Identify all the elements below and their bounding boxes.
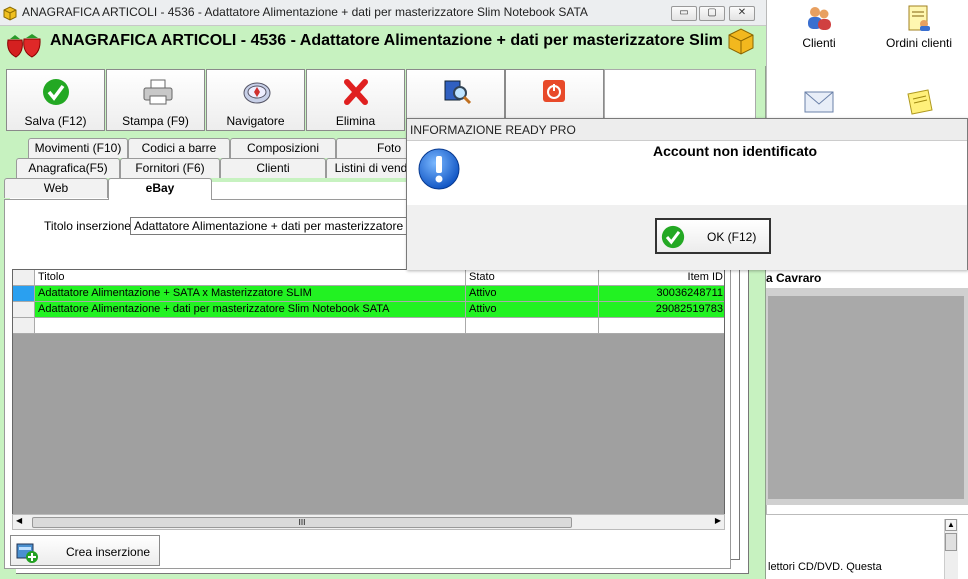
printer-icon bbox=[143, 79, 173, 105]
dialog-title: INFORMAZIONE READY PRO bbox=[407, 119, 967, 141]
tab-composizioni[interactable]: Composizioni bbox=[230, 138, 336, 158]
tab-ebay[interactable]: eBay bbox=[108, 178, 212, 200]
mail-icon bbox=[804, 91, 834, 113]
delete-button[interactable]: Elimina bbox=[306, 69, 405, 131]
dock-label: Clienti bbox=[802, 36, 836, 50]
background-scrollbar[interactable]: ▲ bbox=[944, 519, 958, 579]
compass-icon bbox=[243, 82, 271, 104]
tab-clienti[interactable]: Clienti bbox=[220, 158, 326, 178]
cell-stato[interactable] bbox=[466, 318, 599, 334]
search-book-icon bbox=[444, 80, 472, 105]
info-exclamation-icon bbox=[418, 148, 460, 190]
dock-item-mail[interactable] bbox=[769, 88, 869, 118]
add-listing-icon bbox=[16, 543, 38, 563]
delete-icon bbox=[344, 79, 368, 105]
strawberry-logo-icon bbox=[7, 34, 41, 58]
window-titlebar: ANAGRAFICA ARTICOLI - 4536 - Adattatore … bbox=[0, 0, 766, 26]
column-header-titolo[interactable]: Titolo bbox=[35, 270, 466, 286]
cell-titolo[interactable]: Adattatore Alimentazione + SATA x Master… bbox=[35, 286, 466, 302]
save-button-label: Salva (F12) bbox=[24, 114, 87, 128]
navigator-button[interactable]: Navigatore bbox=[206, 69, 305, 131]
power-icon bbox=[543, 80, 565, 102]
titolo-inserzione-input[interactable]: Adattatore Alimentazione + dati per mast… bbox=[130, 217, 415, 235]
grid-corner bbox=[13, 270, 35, 286]
close-button[interactable]: ✕ bbox=[729, 6, 755, 21]
cell-item-id[interactable] bbox=[599, 318, 724, 334]
cell-item-id[interactable]: 30036248711 bbox=[599, 286, 724, 302]
tab-listini-di-vendita[interactable]: Listini di vend bbox=[326, 158, 416, 178]
tab-movimenti[interactable]: Movimenti (F10) bbox=[28, 138, 128, 158]
dock-item-notes[interactable] bbox=[869, 88, 968, 120]
app-box-icon bbox=[3, 6, 17, 21]
cell-stato[interactable]: Attivo bbox=[466, 286, 599, 302]
grid-header: Titolo Stato Item ID bbox=[13, 270, 724, 286]
check-icon bbox=[43, 79, 69, 105]
background-description-text: lettori CD/DVD. Questa bbox=[768, 561, 882, 573]
tab-codici-a-barre[interactable]: Codici a barre bbox=[128, 138, 230, 158]
cell-titolo[interactable] bbox=[35, 318, 466, 334]
background-description-box: lettori CD/DVD. Questa ▲ bbox=[766, 514, 968, 579]
dock-item-ordini-clienti[interactable]: Ordini clienti bbox=[869, 4, 968, 50]
column-header-stato[interactable]: Stato bbox=[466, 270, 599, 286]
titolo-inserzione-label: Titolo inserzione : bbox=[44, 219, 138, 233]
print-button[interactable]: Stampa (F9) bbox=[106, 69, 205, 131]
dialog-message: Account non identificato bbox=[653, 143, 818, 159]
scroll-up-arrow-icon[interactable]: ▲ bbox=[945, 519, 957, 531]
cell-stato[interactable]: Attivo bbox=[466, 302, 599, 318]
ok-button-label: OK (F12) bbox=[707, 230, 757, 244]
table-row-empty[interactable] bbox=[13, 318, 724, 334]
tab-anagrafica[interactable]: Anagrafica(F5) bbox=[16, 158, 120, 178]
table-row[interactable]: Adattatore Alimentazione + dati per mast… bbox=[13, 302, 724, 318]
grid-horizontal-scrollbar[interactable]: ◀ III ▶ bbox=[12, 514, 725, 530]
crea-inserzione-label: Crea inserzione bbox=[66, 545, 151, 559]
column-header-item-id[interactable]: Item ID bbox=[599, 270, 724, 286]
navigator-button-label: Navigatore bbox=[226, 114, 285, 128]
listings-grid[interactable]: Titolo Stato Item ID Adattatore Alimenta… bbox=[12, 269, 725, 529]
dock-item-clienti[interactable]: Clienti bbox=[769, 4, 869, 50]
main-window: ANAGRAFICA ARTICOLI - 4536 - Adattatore … bbox=[0, 0, 766, 579]
header-bar: ANAGRAFICA ARTICOLI - 4536 - Adattatore … bbox=[0, 26, 766, 66]
background-panel-header: a Cavraro bbox=[762, 270, 968, 288]
dock-label: Ordini clienti bbox=[885, 36, 953, 50]
table-row[interactable]: Adattatore Alimentazione + SATA x Master… bbox=[13, 286, 724, 302]
maximize-button[interactable]: ▢ bbox=[699, 6, 725, 21]
scroll-right-arrow-icon[interactable]: ▶ bbox=[715, 516, 721, 525]
tab-web[interactable]: Web bbox=[4, 178, 108, 198]
minimize-button[interactable]: ▭ bbox=[671, 6, 697, 21]
save-button[interactable]: Salva (F12) bbox=[6, 69, 105, 131]
cell-titolo[interactable]: Adattatore Alimentazione + dati per mast… bbox=[35, 302, 466, 318]
cell-item-id[interactable]: 29082519783 bbox=[599, 302, 724, 318]
orders-icon bbox=[908, 5, 930, 31]
crea-inserzione-button[interactable]: Crea inserzione bbox=[10, 535, 160, 566]
background-panel-area bbox=[768, 296, 964, 499]
check-icon bbox=[661, 225, 685, 249]
row-selector[interactable] bbox=[13, 286, 35, 302]
page-title: ANAGRAFICA ARTICOLI - 4536 - Adattatore … bbox=[50, 32, 723, 49]
users-icon bbox=[808, 7, 831, 30]
info-dialog: INFORMAZIONE READY PRO Account non ident… bbox=[406, 118, 968, 270]
dialog-footer: OK (F12) bbox=[407, 205, 967, 270]
row-selector[interactable] bbox=[13, 318, 35, 334]
scroll-thumb[interactable]: III bbox=[32, 517, 572, 528]
notes-icon bbox=[907, 89, 933, 115]
package-icon bbox=[728, 28, 754, 55]
scroll-thumb[interactable] bbox=[945, 533, 957, 551]
row-selector[interactable] bbox=[13, 302, 35, 318]
tab-fornitori[interactable]: Fornitori (F6) bbox=[120, 158, 220, 178]
window-title: ANAGRAFICA ARTICOLI - 4536 - Adattatore … bbox=[22, 5, 588, 19]
scroll-left-arrow-icon[interactable]: ◀ bbox=[16, 516, 22, 525]
ok-button[interactable]: OK (F12) bbox=[655, 218, 771, 254]
print-button-label: Stampa (F9) bbox=[122, 114, 189, 128]
delete-button-label: Elimina bbox=[335, 114, 376, 128]
